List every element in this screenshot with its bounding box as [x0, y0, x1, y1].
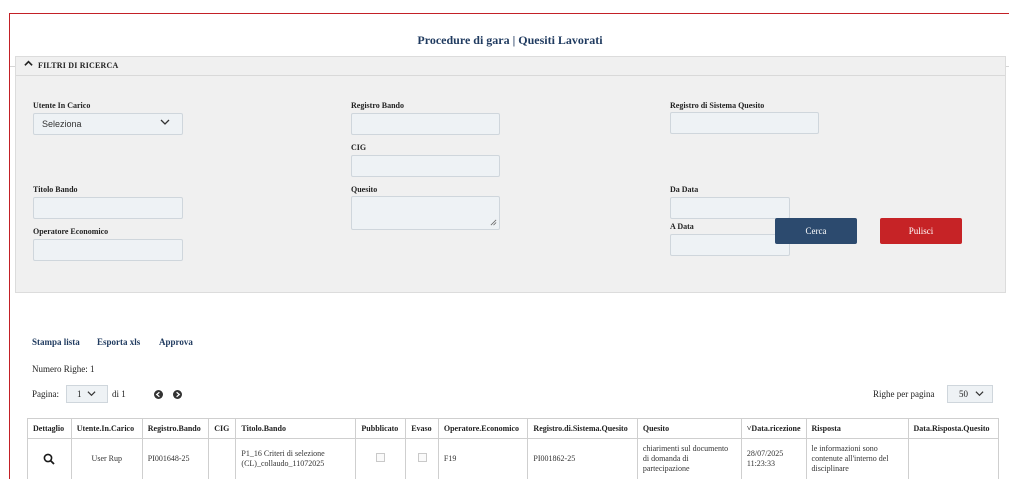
col-data-risposta[interactable]: Data.Risposta.Quesito	[907, 418, 1000, 439]
evaso-checkbox[interactable]	[417, 453, 427, 462]
rows-per-page-value: 50	[959, 389, 968, 399]
cell-registro-bando: PI001648-25	[141, 438, 210, 479]
search-button[interactable]: Cerca	[775, 218, 857, 244]
operatore-label: Operatore Economico	[33, 227, 109, 236]
cig-label: CIG	[351, 143, 367, 152]
quesito-textarea[interactable]	[351, 196, 500, 230]
cell-cig	[208, 438, 237, 479]
print-list-link[interactable]: Stampa lista	[32, 337, 80, 347]
filters-header[interactable]: FILTRI DI RICERCA	[16, 57, 1005, 76]
col-registro-sistema[interactable]: Registro.di.Sistema.Quesito	[527, 418, 638, 439]
table-row: User Rup PI001648-25 P1_16 Criteri di se…	[27, 438, 1000, 479]
da-data-label: Da Data	[670, 185, 699, 194]
utente-select[interactable]: Seleziona	[33, 113, 183, 135]
a-data-input[interactable]	[670, 234, 790, 256]
next-page-icon[interactable]	[173, 390, 182, 399]
cell-operatore: F19	[437, 438, 529, 479]
chevron-down-icon	[975, 389, 984, 400]
da-data-input[interactable]	[670, 197, 790, 219]
col-operatore[interactable]: Operatore.Economico	[437, 418, 529, 439]
rows-per-page-select[interactable]: 50	[947, 385, 993, 403]
export-xls-link[interactable]: Esporta xls	[97, 337, 140, 347]
prev-page-icon[interactable]	[154, 390, 163, 399]
results-table: Dettaglio Utente.In.Carico Registro.Band…	[27, 418, 1000, 479]
col-utente[interactable]: Utente.In.Carico	[70, 418, 143, 439]
titolo-bando-label: Titolo Bando	[33, 185, 78, 194]
titolo-bando-input[interactable]	[33, 197, 183, 219]
page-select[interactable]: 1	[66, 385, 108, 403]
col-titolo[interactable]: Titolo.Bando	[235, 418, 357, 439]
cell-pubblicato	[355, 438, 407, 479]
col-dettaglio[interactable]: Dettaglio	[27, 418, 72, 439]
cell-utente: User Rup	[70, 438, 143, 479]
resize-grip-icon[interactable]	[490, 219, 497, 228]
a-data-label: A Data	[670, 222, 694, 231]
col-registro-bando[interactable]: Registro.Bando	[141, 418, 210, 439]
registro-sistema-label: Registro di Sistema Quesito	[670, 101, 765, 110]
registro-bando-input[interactable]	[351, 113, 500, 135]
utente-label: Utente In Carico	[33, 101, 91, 110]
approve-link[interactable]: Approva	[159, 337, 193, 347]
cell-risposta: le informazioni sono contenute all'inter…	[805, 438, 909, 479]
col-quesito[interactable]: Quesito	[636, 418, 742, 439]
cell-registro-sistema: PI001862-25	[527, 438, 638, 479]
page-total: di 1	[112, 389, 126, 399]
registro-sistema-input[interactable]	[670, 112, 819, 134]
utente-select-value: Seleziona	[42, 119, 82, 129]
detail-cell	[27, 438, 72, 479]
table-header-row: Dettaglio Utente.In.Carico Registro.Band…	[27, 418, 1000, 439]
clear-button[interactable]: Pulisci	[880, 218, 962, 244]
chevron-down-icon	[87, 389, 96, 400]
rows-per-page-label: Righe per pagina	[873, 389, 935, 399]
cell-evaso	[405, 438, 439, 479]
registro-bando-label: Registro Bando	[351, 101, 404, 110]
page-title: Procedure di gara | Quesiti Lavorati	[417, 33, 603, 47]
operatore-input[interactable]	[33, 239, 183, 261]
quesito-label: Quesito	[351, 185, 378, 194]
cell-data-risposta	[907, 438, 1000, 479]
chevron-up-icon[interactable]	[24, 59, 33, 70]
cell-data-ricezione: 28/07/2025 11:23:33	[740, 438, 807, 479]
search-icon[interactable]	[33, 453, 66, 465]
col-risposta[interactable]: Risposta	[805, 418, 909, 439]
page-select-value: 1	[77, 389, 82, 399]
pubblicato-checkbox[interactable]	[376, 453, 386, 462]
col-cig[interactable]: CIG	[208, 418, 237, 439]
col-pubblicato[interactable]: Pubblicato	[355, 418, 407, 439]
row-count: Numero Righe: 1	[32, 364, 95, 374]
cell-titolo: P1_16 Criteri di selezione (CL)_collaudo…	[235, 438, 357, 479]
cig-input[interactable]	[351, 155, 500, 177]
cell-quesito: chiarimenti sul documento di domanda di …	[636, 438, 742, 479]
col-evaso[interactable]: Evaso	[405, 418, 439, 439]
col-data-ricezione[interactable]: ˅Data.ricezione	[740, 418, 807, 439]
filters-title: FILTRI DI RICERCA	[38, 61, 119, 70]
chevron-down-icon	[160, 117, 170, 130]
page-label: Pagina:	[32, 389, 59, 399]
